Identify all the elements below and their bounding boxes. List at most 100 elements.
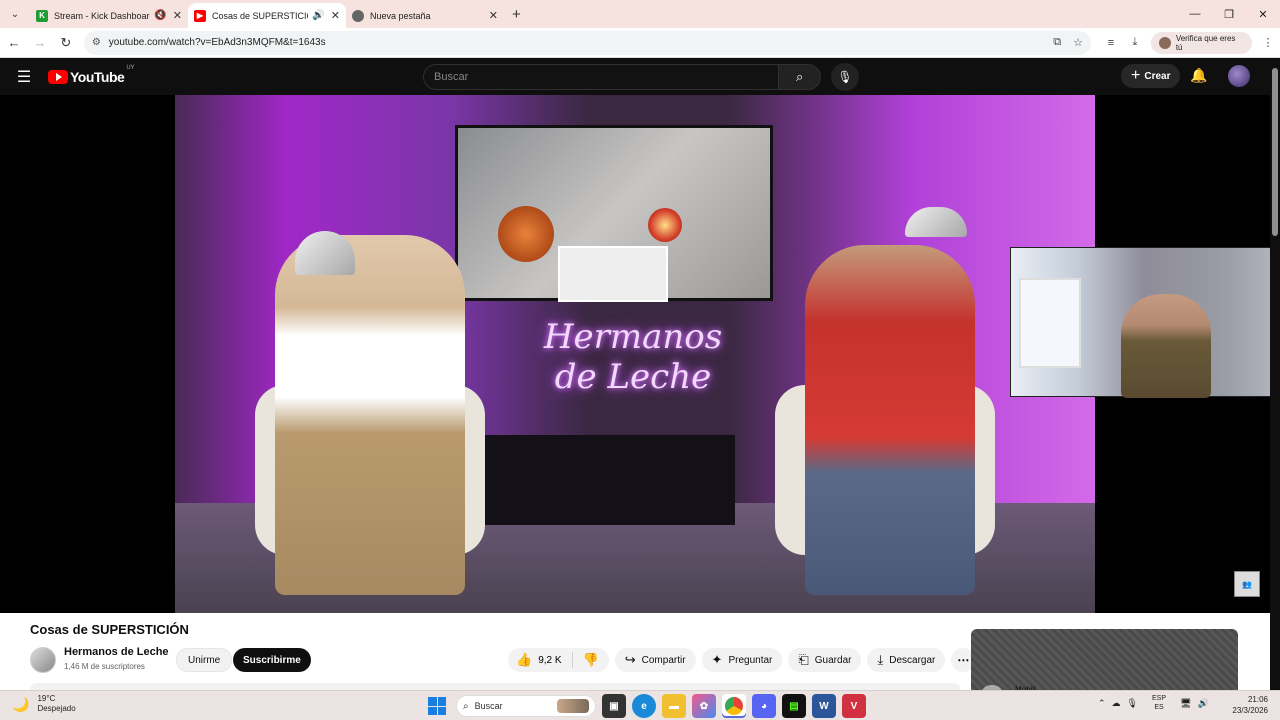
- address-bar[interactable]: ⚙ youtube.com/watch?v=EbAd3n3MQFM&t=1643…: [83, 30, 1092, 55]
- moon-icon: 🌙: [12, 695, 30, 712]
- join-button[interactable]: Unirme: [176, 648, 233, 672]
- youtube-wordmark: YouTube: [70, 68, 125, 85]
- discord-icon[interactable]: ◕: [752, 694, 776, 718]
- close-tab-icon[interactable]: ✕: [173, 9, 182, 22]
- save-label: Guardar: [814, 654, 852, 666]
- page-scrollbar[interactable]: [1270, 58, 1280, 690]
- new-tab-button[interactable]: +: [512, 6, 521, 23]
- scrollbar-thumb[interactable]: [1272, 68, 1278, 236]
- share-button[interactable]: ↪ Compartir: [614, 648, 696, 672]
- lang-bottom: ES: [1154, 704, 1164, 711]
- video-title: Cosas de SUPERSTICIÓN: [30, 622, 189, 637]
- share-label: Compartir: [641, 654, 686, 666]
- close-tab-icon[interactable]: ✕: [331, 9, 340, 22]
- search-input[interactable]: Buscar: [423, 64, 780, 90]
- video-actions: 👍 9,2 K 👎 ↪ Compartir ✦ Preguntar ⎗ Guar…: [508, 648, 976, 672]
- close-window-icon[interactable]: ✕: [1246, 0, 1280, 28]
- chrome-icon[interactable]: [722, 694, 746, 718]
- edge-icon[interactable]: e: [632, 694, 656, 718]
- forward-icon[interactable]: →: [28, 35, 52, 50]
- verify-label: Verifica que eres tú: [1175, 33, 1236, 52]
- minimize-icon[interactable]: —: [1178, 0, 1212, 28]
- sparkle-icon: ✦: [711, 652, 723, 667]
- hamburger-menu-icon[interactable]: ☰: [0, 67, 48, 87]
- search-icon[interactable]: ⌕: [779, 64, 821, 90]
- account-avatar[interactable]: [1228, 65, 1250, 87]
- microphone-icon[interactable]: 🎙: [1127, 698, 1138, 709]
- kick-app-icon[interactable]: ▤: [782, 694, 806, 718]
- thumbs-up-icon: 👍: [516, 652, 533, 667]
- thumbs-down-icon[interactable]: 👎: [573, 652, 609, 668]
- like-dislike-group: 👍 9,2 K 👎: [508, 648, 609, 672]
- tab-search-icon[interactable]: ⌄: [4, 3, 26, 25]
- channel-name[interactable]: Hermanos de Leche: [64, 646, 169, 658]
- create-button[interactable]: + Crear: [1121, 64, 1181, 88]
- profile-avatar-icon: [1158, 36, 1171, 49]
- ask-button[interactable]: ✦ Preguntar: [701, 648, 783, 672]
- tab-kick-dashboard[interactable]: K Stream - Kick Dashboard 🔇 ✕: [30, 3, 188, 28]
- network-icon[interactable]: 🖥: [1180, 698, 1191, 709]
- subscribe-button[interactable]: Suscribirme: [233, 648, 311, 672]
- clock-time: 21:06: [1247, 695, 1268, 704]
- profile-verify-button[interactable]: Verifica que eres tú: [1150, 31, 1253, 54]
- weather-desc: Despejado: [37, 704, 76, 713]
- youtube-favicon-icon: ▶: [194, 9, 206, 22]
- copilot-icon[interactable]: ✿: [692, 694, 716, 718]
- country-code: UY: [126, 64, 135, 71]
- weather-widget[interactable]: 🌙 19°C Despejado: [12, 694, 76, 714]
- sidebar-card[interactable]: Mobili...: [971, 629, 1238, 695]
- save-button[interactable]: ⎗ Guardar: [788, 648, 862, 672]
- muted-speaker-icon[interactable]: 🔇: [154, 10, 166, 21]
- chevron-up-icon[interactable]: ⌃: [1098, 698, 1106, 709]
- file-explorer-icon[interactable]: ▬: [662, 694, 686, 718]
- download-button[interactable]: ⤓ Descargar: [867, 648, 946, 672]
- video-player[interactable]: Hermanos de Leche 👥: [0, 95, 1280, 613]
- clock[interactable]: 21:06 23/3/2026: [1232, 694, 1268, 716]
- channel-watermark-icon[interactable]: 👥: [1234, 571, 1260, 597]
- menu-kebab-icon[interactable]: ⋮: [1256, 36, 1280, 49]
- video-details: Cosas de SUPERSTICIÓN Hermanos de Leche …: [0, 613, 1270, 695]
- taskbar-search[interactable]: ⌕ Buscar: [456, 695, 596, 717]
- channel-avatar[interactable]: [30, 647, 56, 673]
- description-box[interactable]: [30, 683, 960, 690]
- like-button[interactable]: 👍 9,2 K: [508, 652, 573, 668]
- install-app-icon[interactable]: ⧉: [1053, 36, 1061, 49]
- cloud-icon[interactable]: ☁: [1112, 698, 1121, 709]
- task-view-icon[interactable]: ▣: [602, 694, 626, 718]
- close-tab-icon[interactable]: ✕: [489, 9, 498, 22]
- clock-date: 23/3/2026: [1232, 706, 1268, 715]
- webcam-streamer: [1121, 294, 1211, 398]
- download-label: Descargar: [889, 654, 936, 666]
- system-tray: ⌃ ☁ 🎙 ESP ES 🖥 🔊: [1098, 694, 1209, 712]
- volume-icon[interactable]: 🔊: [1197, 698, 1208, 709]
- tab-new-tab[interactable]: Nueva pestaña ✕: [346, 3, 504, 28]
- microphone-icon[interactable]: 🎙: [831, 63, 859, 91]
- back-icon[interactable]: ←: [2, 35, 26, 50]
- media-control-icon[interactable]: ≡: [1099, 37, 1123, 49]
- notifications-bell-icon[interactable]: 🔔: [1190, 67, 1207, 84]
- language-indicator[interactable]: ESP ES: [1152, 694, 1166, 712]
- windows-start-icon[interactable]: [428, 697, 446, 715]
- scene-bowl: [498, 206, 554, 262]
- speaker-icon[interactable]: 🔊: [312, 10, 324, 21]
- vivaldi-icon[interactable]: V: [842, 694, 866, 718]
- reload-icon[interactable]: ↻: [54, 35, 78, 51]
- scene-foil-hat: [905, 207, 967, 237]
- lang-top: ESP: [1151, 695, 1166, 702]
- restore-icon[interactable]: ❐: [1212, 0, 1246, 28]
- share-arrow-icon: ↪: [624, 652, 636, 667]
- scene-stand: [485, 435, 735, 525]
- tab-youtube-video[interactable]: ▶ Cosas de SUPERSTICIÓN - Y 🔊 ✕: [188, 3, 346, 28]
- youtube-logo[interactable]: YouTube UY: [48, 65, 135, 85]
- word-icon[interactable]: W: [812, 694, 836, 718]
- windows-taskbar: 🌙 19°C Despejado ⌕ Buscar ▣ e ▬ ✿ ◕ ▤ W …: [0, 690, 1280, 720]
- scene-photo: [558, 246, 668, 302]
- webcam-overlay[interactable]: [1010, 247, 1280, 398]
- screen: ⌄ K Stream - Kick Dashboard 🔇 ✕ ▶ Cosas …: [0, 0, 1280, 720]
- scene-right-host: [805, 245, 975, 595]
- site-info-icon[interactable]: ⚙: [92, 37, 101, 48]
- bookmark-star-icon[interactable]: ☆: [1073, 36, 1083, 49]
- webcam-pc-case: [1019, 278, 1081, 368]
- downloads-icon[interactable]: ⤓: [1123, 36, 1147, 49]
- browser-tabstrip: ⌄ K Stream - Kick Dashboard 🔇 ✕ ▶ Cosas …: [0, 0, 1280, 28]
